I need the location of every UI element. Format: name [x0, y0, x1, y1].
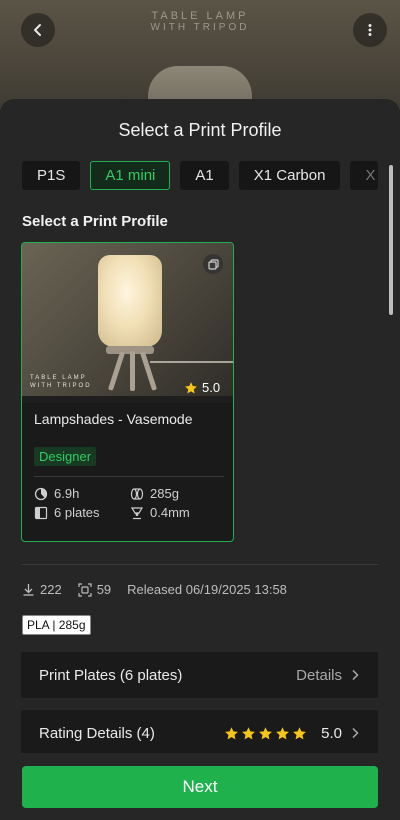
designer-badge: Designer: [34, 447, 97, 466]
star-icon: [259, 726, 273, 739]
downloads-count: 222: [40, 582, 62, 597]
star-icon: [185, 381, 197, 393]
details-link[interactable]: Details: [296, 667, 342, 684]
rating-stars: [224, 726, 307, 741]
downloads-stat: 222: [22, 582, 62, 597]
copy-icon: [207, 258, 219, 270]
nozzle-stat: 0.4mm: [130, 505, 190, 520]
lamp-shade-shape: [98, 255, 162, 347]
tab-p1s[interactable]: P1S: [22, 161, 81, 190]
card-rating-value: 5.0: [202, 380, 221, 395]
header-model-title: TABLE LAMP WITH TRIPOD: [0, 10, 400, 34]
lamp-leg: [139, 351, 158, 391]
more-vertical-icon: [368, 24, 372, 36]
back-button[interactable]: [21, 13, 55, 47]
header-title-line1: TABLE LAMP: [151, 10, 249, 22]
rating-details-label: Rating Details (4): [39, 724, 155, 742]
next-button[interactable]: Next: [22, 766, 378, 808]
filament-spool-icon: [130, 487, 144, 500]
sheet-title: Select a Print Profile: [118, 120, 282, 140]
prints-stat: 59: [78, 582, 111, 597]
thumbnail-caption-line1: TABLE LAMP: [30, 375, 87, 381]
plates-stat: 6 plates: [34, 505, 100, 520]
weight-stat: 285g: [130, 486, 179, 501]
model-header-background: TABLE LAMP WITH TRIPOD: [0, 0, 400, 110]
card-divider: [34, 476, 224, 477]
timer-icon: [34, 487, 48, 500]
nozzle-value: 0.4mm: [150, 505, 190, 520]
bottom-action-bar: Next: [0, 753, 400, 820]
release-date: Released 06/19/2025 13:58: [127, 582, 287, 597]
print-plates-label: Print Plates (6 plates): [39, 666, 183, 684]
print-plates-row[interactable]: Print Plates (6 plates) Details: [21, 652, 378, 698]
rating-value: 5.0: [321, 724, 342, 742]
more-options-button[interactable]: [353, 13, 387, 47]
chevron-right-icon: [352, 727, 359, 739]
print-count-icon: [78, 582, 92, 597]
print-time-stat: 6.9h: [34, 486, 79, 501]
plates-icon: [34, 506, 48, 519]
star-icon: [276, 726, 290, 739]
filament-tag: PLA | 285g: [22, 615, 91, 635]
nozzle-icon: [130, 506, 144, 519]
plates-value: 6 plates: [54, 505, 100, 520]
header-title-line2: WITH TRIPOD: [150, 22, 250, 33]
copy-button[interactable]: [203, 254, 223, 274]
star-icon: [293, 726, 307, 739]
printer-tabs: P1S A1 mini A1 X1 Carbon X: [22, 161, 379, 190]
tab-x1-carbon[interactable]: X1 Carbon: [238, 161, 341, 190]
section-title: Select a Print Profile: [22, 213, 168, 230]
lamp-cable: [150, 361, 233, 363]
chevron-right-icon: [352, 669, 359, 681]
star-icon: [225, 726, 239, 739]
thumbnail-caption: TABLE LAMP WITH TRIPOD: [30, 374, 92, 390]
profile-thumbnail: TABLE LAMP WITH TRIPOD 5.0: [22, 243, 233, 403]
star-icon: [242, 726, 256, 739]
tab-x1e[interactable]: X: [350, 161, 379, 190]
weight-value: 285g: [150, 486, 179, 501]
print-profile-sheet: Select a Print Profile P1S A1 mini A1 X1…: [0, 99, 400, 820]
thumbnail-caption-line2: WITH TRIPOD: [30, 383, 92, 389]
profile-card[interactable]: TABLE LAMP WITH TRIPOD 5.0 Lampshades - …: [21, 242, 234, 542]
card-rating: 5.0: [184, 380, 220, 395]
tab-a1[interactable]: A1: [180, 161, 229, 190]
thumbnail-footer: [22, 396, 233, 403]
rating-details-row[interactable]: Rating Details (4) 5.0: [21, 710, 378, 756]
download-icon: [23, 584, 34, 596]
lamp-leg: [130, 351, 135, 391]
lamp-leg: [107, 351, 126, 391]
model-meta: 222 59 Released 06/19/2025 13:58: [22, 582, 303, 597]
chevron-left-icon: [34, 24, 41, 36]
print-time-value: 6.9h: [54, 486, 80, 501]
scrollbar[interactable]: [389, 165, 393, 315]
profile-name: Lampshades - Vasemode: [34, 411, 193, 427]
tab-a1-mini[interactable]: A1 mini: [90, 161, 171, 190]
prints-count: 59: [96, 582, 112, 597]
section-divider: [22, 564, 378, 565]
